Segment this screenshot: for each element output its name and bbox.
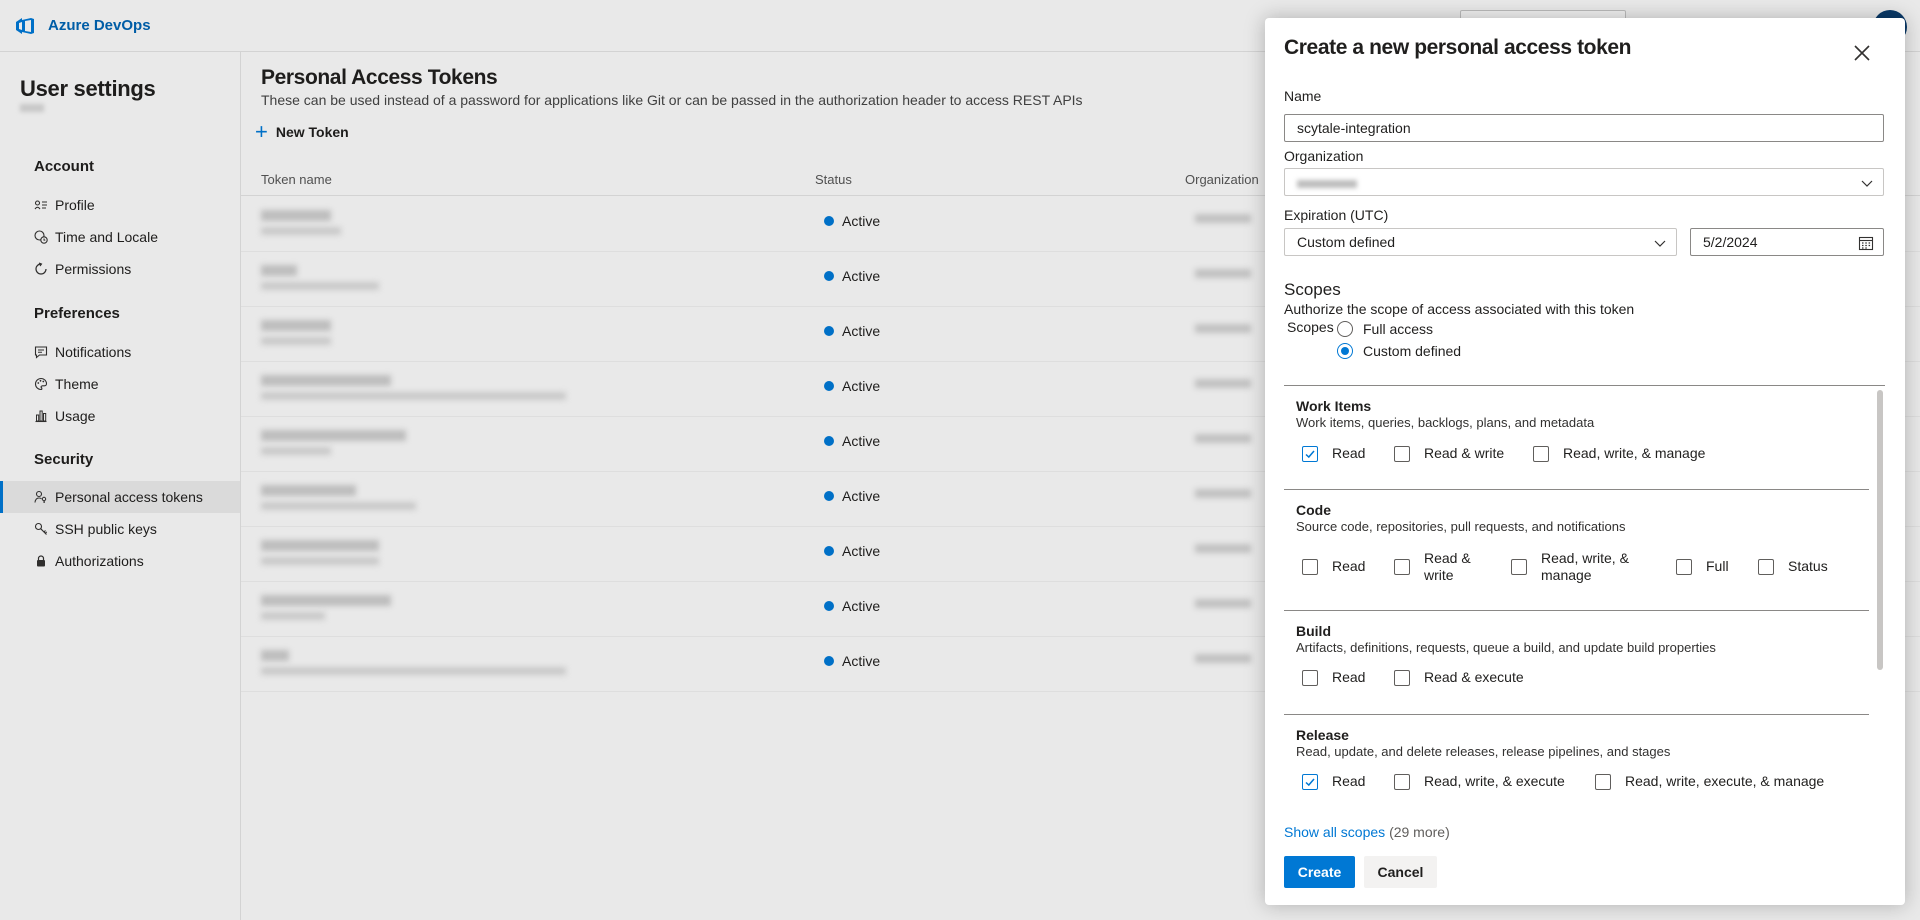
radio-label: Full access xyxy=(1363,321,1434,337)
more-scopes-count: (29 more) xyxy=(1389,824,1450,840)
checkbox-release-read[interactable]: Read xyxy=(1302,773,1365,790)
organization-select[interactable] xyxy=(1284,168,1884,196)
scope-title: Release xyxy=(1296,727,1349,743)
scope-section-work-items: Work Items Work items, queries, backlogs… xyxy=(1284,386,1869,490)
checkbox-work-items-read[interactable]: Read xyxy=(1302,445,1365,462)
checkbox-icon[interactable] xyxy=(1394,559,1410,575)
date-value: 5/2/2024 xyxy=(1703,234,1758,250)
checkbox-label: Read xyxy=(1332,669,1366,685)
checkbox-label: Read, write, & execute xyxy=(1424,773,1565,789)
checkbox-checked-icon[interactable] xyxy=(1302,773,1318,790)
scope-description: Work items, queries, backlogs, plans, an… xyxy=(1296,415,1595,430)
chevron-down-icon xyxy=(1654,240,1666,247)
radio-full-access[interactable]: Full access xyxy=(1337,321,1433,337)
expiration-label: Expiration (UTC) xyxy=(1284,207,1389,223)
checkbox-icon[interactable] xyxy=(1511,559,1527,575)
radio-label: Custom defined xyxy=(1363,343,1462,359)
radio-custom-defined[interactable]: Custom defined xyxy=(1337,343,1461,359)
name-input[interactable] xyxy=(1284,114,1884,142)
scope-description: Read, update, and delete releases, relea… xyxy=(1296,744,1671,759)
scopes-description: Authorize the scope of access associated… xyxy=(1284,301,1635,317)
scope-title: Code xyxy=(1296,502,1331,518)
checkbox-code-read[interactable]: Read xyxy=(1302,558,1365,575)
checkbox-label: Read, write, & manage xyxy=(1541,550,1629,583)
checkbox-icon[interactable] xyxy=(1394,773,1410,790)
expiration-value: Custom defined xyxy=(1297,234,1396,250)
scope-section-release: Release Read, update, and delete release… xyxy=(1284,715,1869,810)
checkbox-work-items-read-write[interactable]: Read & write xyxy=(1394,445,1504,462)
scrollbar[interactable] xyxy=(1877,390,1883,670)
scopes-heading: Scopes xyxy=(1284,280,1341,299)
scope-description: Source code, repositories, pull requests… xyxy=(1296,519,1626,534)
calendar-icon[interactable] xyxy=(1858,235,1874,251)
checkbox-label: Read, write, execute, & manage xyxy=(1625,773,1825,789)
checkbox-label: Status xyxy=(1788,558,1828,574)
panel-title: Create a new personal access token xyxy=(1284,36,1632,59)
checkbox-icon[interactable] xyxy=(1302,669,1318,686)
checkbox-icon[interactable] xyxy=(1533,445,1549,462)
checkbox-work-items-manage[interactable]: Read, write, & manage xyxy=(1533,445,1705,462)
checkbox-label: Read & write xyxy=(1424,550,1471,583)
checkbox-label: Read & execute xyxy=(1424,669,1524,685)
checkbox-label: Read, write, & manage xyxy=(1563,445,1706,461)
checkbox-code-status[interactable]: Status xyxy=(1758,558,1828,575)
cancel-button[interactable]: Cancel xyxy=(1364,856,1437,888)
name-label: Name xyxy=(1284,88,1322,104)
checkbox-icon[interactable] xyxy=(1394,669,1410,686)
scopes-list[interactable]: Work Items Work items, queries, backlogs… xyxy=(1284,385,1885,810)
chevron-down-icon xyxy=(1861,180,1873,187)
checkbox-label: Full xyxy=(1706,558,1729,574)
scope-section-build: Build Artifacts, definitions, requests, … xyxy=(1284,611,1869,715)
checkbox-code-manage[interactable]: Read, write, & manage xyxy=(1511,550,1636,584)
expiration-date-picker[interactable]: 5/2/2024 xyxy=(1690,228,1884,256)
scope-section-code: Code Source code, repositories, pull req… xyxy=(1284,490,1869,611)
radio-circle[interactable] xyxy=(1337,343,1353,359)
checkbox-label: Read & write xyxy=(1424,445,1505,461)
scope-title: Work Items xyxy=(1296,398,1372,414)
expiration-select[interactable]: Custom defined xyxy=(1284,228,1677,256)
show-all-scopes: Show all scopes (29 more) xyxy=(1284,824,1450,840)
create-token-panel: Create a new personal access token Name … xyxy=(1265,18,1905,905)
checkbox-icon[interactable] xyxy=(1394,445,1410,462)
checkbox-icon[interactable] xyxy=(1595,773,1611,790)
checkbox-icon[interactable] xyxy=(1676,558,1692,575)
checkbox-checked-icon[interactable] xyxy=(1302,445,1318,462)
checkbox-label: Read xyxy=(1332,558,1366,574)
checkbox-release-manage[interactable]: Read, write, execute, & manage xyxy=(1595,773,1824,790)
create-button[interactable]: Create xyxy=(1284,856,1355,888)
organization-value-redacted xyxy=(1297,180,1357,188)
checkbox-build-read[interactable]: Read xyxy=(1302,669,1365,686)
checkbox-label: Read xyxy=(1332,773,1366,789)
checkbox-icon[interactable] xyxy=(1302,558,1318,575)
scope-description: Artifacts, definitions, requests, queue … xyxy=(1296,640,1716,655)
scope-title: Build xyxy=(1296,623,1331,639)
close-icon[interactable] xyxy=(1851,42,1873,64)
checkbox-code-read-write[interactable]: Read & write xyxy=(1394,550,1479,584)
checkbox-label: Read xyxy=(1332,445,1366,461)
checkbox-release-read-write-execute[interactable]: Read, write, & execute xyxy=(1394,773,1565,790)
checkbox-code-full[interactable]: Full xyxy=(1676,558,1729,575)
radio-circle[interactable] xyxy=(1337,321,1353,337)
checkbox-build-read-execute[interactable]: Read & execute xyxy=(1394,669,1524,686)
organization-label: Organization xyxy=(1284,148,1364,164)
scopes-label: Scopes xyxy=(1287,319,1334,335)
checkbox-icon[interactable] xyxy=(1758,558,1774,575)
show-all-scopes-link[interactable]: Show all scopes xyxy=(1284,824,1385,840)
